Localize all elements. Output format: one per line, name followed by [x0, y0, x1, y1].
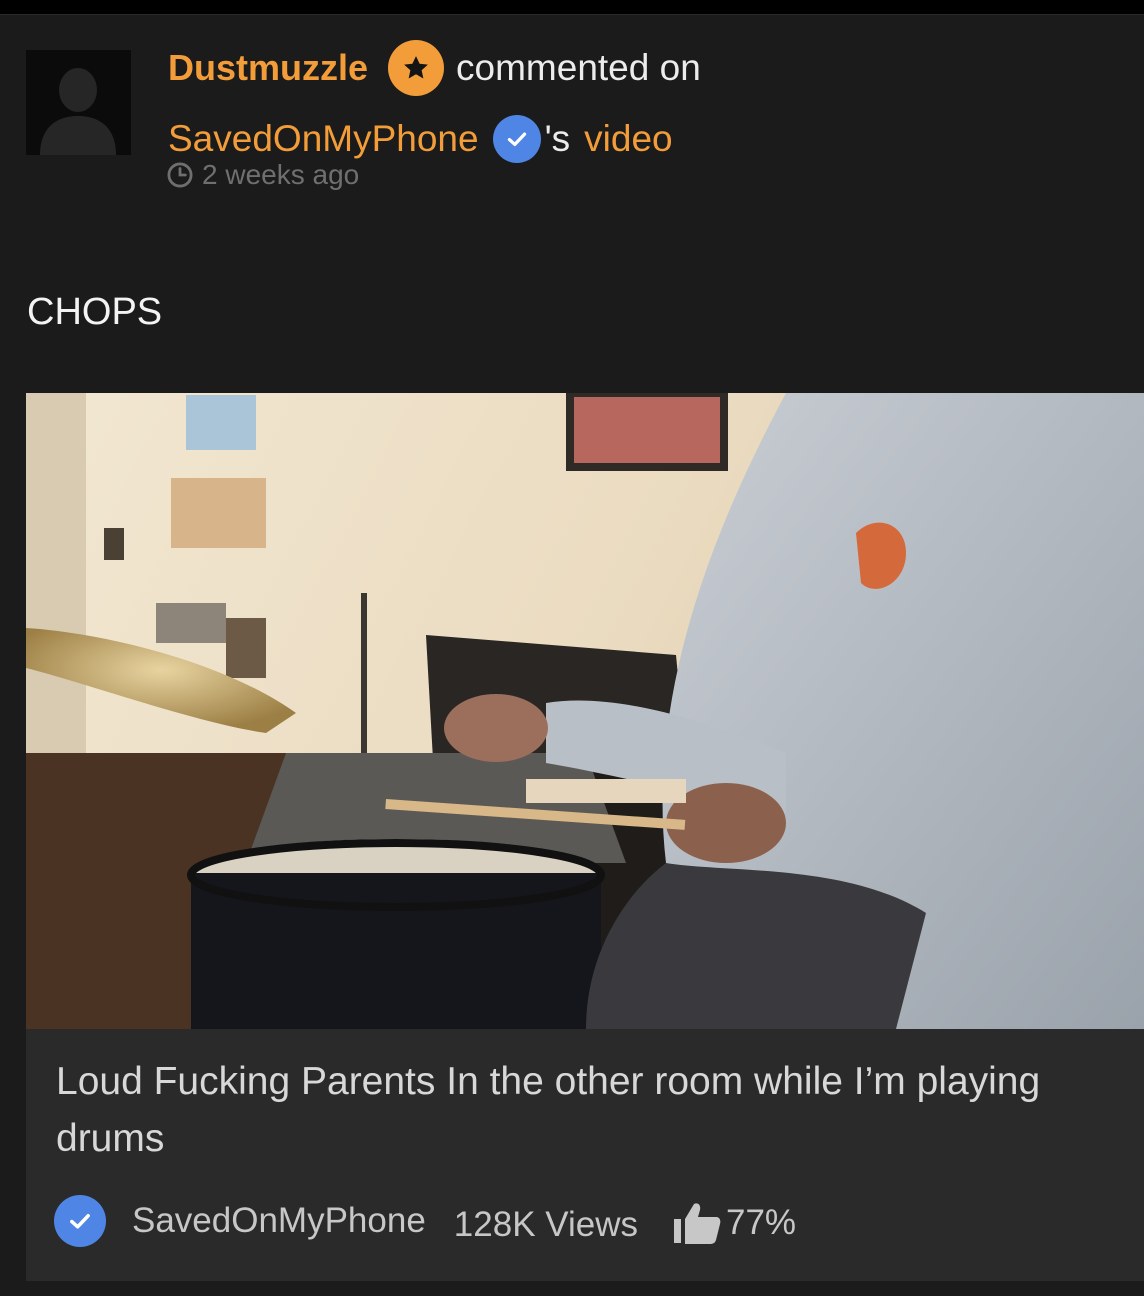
- commenter-username[interactable]: Dustmuzzle: [168, 47, 368, 89]
- possessive-text: 's: [544, 118, 571, 159]
- video-thumbnail[interactable]: [26, 393, 1144, 1029]
- video-meta: SavedOnMyPhone 128K Views 77%: [54, 1191, 796, 1251]
- video-rating: 77%: [726, 1203, 797, 1242]
- video-thumbnail-image: [26, 393, 1144, 1029]
- timestamp-text: 2 weeks ago: [202, 159, 360, 190]
- video-channel-name[interactable]: SavedOnMyPhone: [132, 1201, 426, 1241]
- video-views: 128K Views: [453, 1205, 638, 1244]
- comment-timestamp: 2 weeks ago: [166, 157, 359, 193]
- clock-icon: [167, 162, 193, 188]
- comment-header: Dustmuzzle commented on: [168, 40, 701, 96]
- comment-activity-card: Dustmuzzle commented on SavedOnMyPhone '…: [0, 14, 1144, 1296]
- user-silhouette-icon: [26, 50, 131, 155]
- user-avatar[interactable]: [26, 50, 131, 155]
- action-text: commented on: [456, 47, 701, 88]
- video-link[interactable]: video: [584, 118, 672, 160]
- thumbs-up-icon: [672, 1201, 722, 1245]
- video-card[interactable]: Loud Fucking Parents In the other room w…: [26, 393, 1144, 1281]
- video-title[interactable]: Loud Fucking Parents In the other room w…: [56, 1053, 1126, 1167]
- verified-checkmark-icon: [492, 115, 541, 163]
- comment-text: CHOPS: [27, 291, 163, 333]
- star-icon: [388, 40, 445, 96]
- channel-link[interactable]: SavedOnMyPhone: [168, 118, 479, 160]
- verified-checkmark-icon: [54, 1195, 106, 1247]
